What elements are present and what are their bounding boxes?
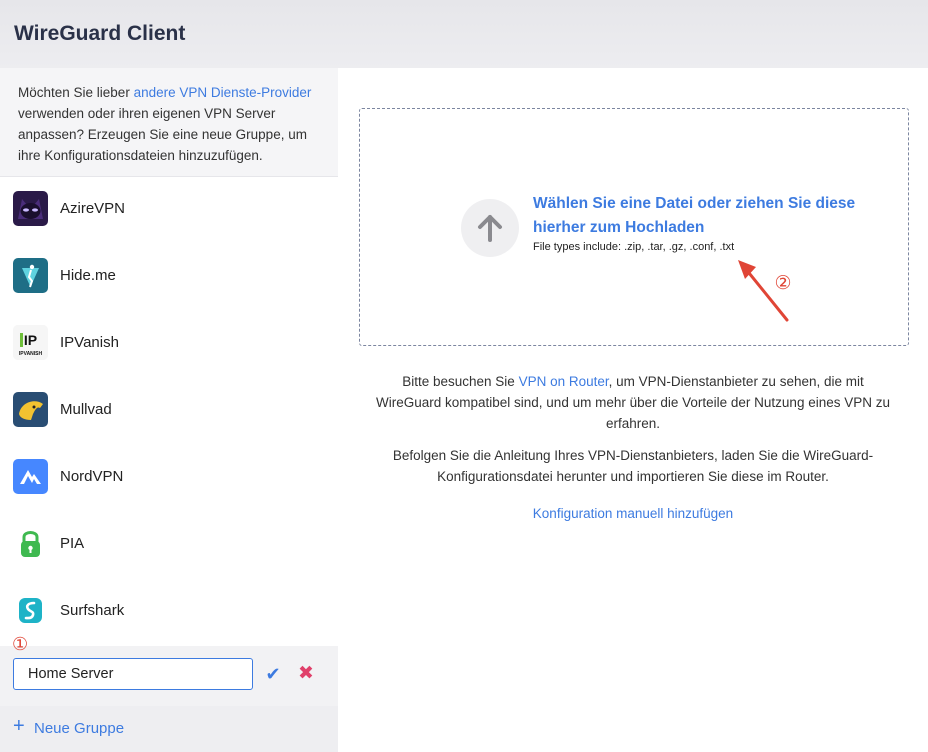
provider-name: Hide.me — [60, 267, 116, 284]
upload-title[interactable]: Wählen Sie eine Datei oder ziehen Sie di… — [533, 192, 883, 240]
provider-item-pia[interactable]: PIA — [0, 511, 338, 578]
nordvpn-logo-icon — [13, 459, 48, 494]
svg-text:IP: IP — [24, 332, 37, 348]
provider-item-azirevpn[interactable]: AzireVPN — [0, 176, 338, 243]
provider-item-hideme[interactable]: Hide.me — [0, 243, 338, 310]
info-text-2: Befolgen Sie die Anleitung Ihres VPN-Die… — [392, 448, 874, 484]
ipvanish-logo-icon: IP IPVANISH — [13, 325, 48, 360]
info1-before: Bitte besuchen Sie — [402, 374, 519, 389]
intro-text-after: verwenden oder ihren eigenen VPN Server … — [18, 106, 307, 163]
provider-name: Mullvad — [60, 401, 112, 418]
provider-name: PIA — [60, 535, 85, 552]
sidebar: Möchten Sie lieber andere VPN Dienste-Pr… — [0, 68, 338, 752]
other-providers-link[interactable]: andere VPN Dienste-Provider — [134, 85, 312, 100]
app-header: WireGuard Client — [0, 0, 928, 69]
provider-name: Surfshark — [60, 602, 125, 619]
provider-name: AzireVPN — [60, 200, 126, 217]
azirevpn-logo-icon — [13, 191, 48, 226]
file-types-hint: File types include: .zip, .tar, .gz, .co… — [533, 241, 735, 253]
pia-logo-icon — [13, 526, 48, 561]
mullvad-logo-icon — [13, 392, 48, 427]
file-dropzone[interactable]: Wählen Sie eine Datei oder ziehen Sie di… — [359, 108, 909, 346]
info-text-1: Bitte besuchen Sie VPN on Router, um VPN… — [368, 371, 898, 434]
app-title: WireGuard Client — [14, 22, 186, 45]
new-group-label: Neue Gruppe — [34, 720, 125, 737]
vpn-on-router-link[interactable]: VPN on Router — [519, 374, 609, 389]
upload-arrow-icon[interactable] — [461, 199, 519, 257]
intro-text-before: Möchten Sie lieber — [18, 85, 134, 100]
surfshark-logo-icon — [13, 593, 48, 628]
new-group-editor: ① ✔ ✖ — [0, 634, 338, 706]
confirm-check-icon[interactable]: ✔ — [263, 664, 283, 684]
provider-name: NordVPN — [60, 468, 124, 485]
main-panel: Wählen Sie eine Datei oder ziehen Sie di… — [338, 68, 928, 752]
provider-item-nordvpn[interactable]: NordVPN — [0, 444, 338, 511]
cancel-x-icon[interactable]: ✖ — [296, 664, 316, 684]
svg-text:IPVANISH: IPVANISH — [19, 351, 43, 357]
provider-item-surfshark[interactable]: Surfshark — [0, 578, 338, 645]
hideme-logo-icon — [13, 258, 48, 293]
annotation-marker-1: ① — [12, 634, 29, 654]
manual-config-link[interactable]: Konfiguration manuell hinzufügen — [368, 506, 898, 521]
provider-item-mullvad[interactable]: Mullvad — [0, 377, 338, 444]
provider-name: IPVanish — [60, 334, 119, 351]
intro-text: Möchten Sie lieber andere VPN Dienste-Pr… — [18, 82, 330, 166]
group-name-input[interactable] — [13, 658, 253, 690]
provider-item-ipvanish[interactable]: IP IPVANISH IPVanish — [0, 310, 338, 377]
new-group-button[interactable]: + Neue Gruppe — [0, 706, 338, 752]
plus-icon: + — [13, 715, 25, 737]
